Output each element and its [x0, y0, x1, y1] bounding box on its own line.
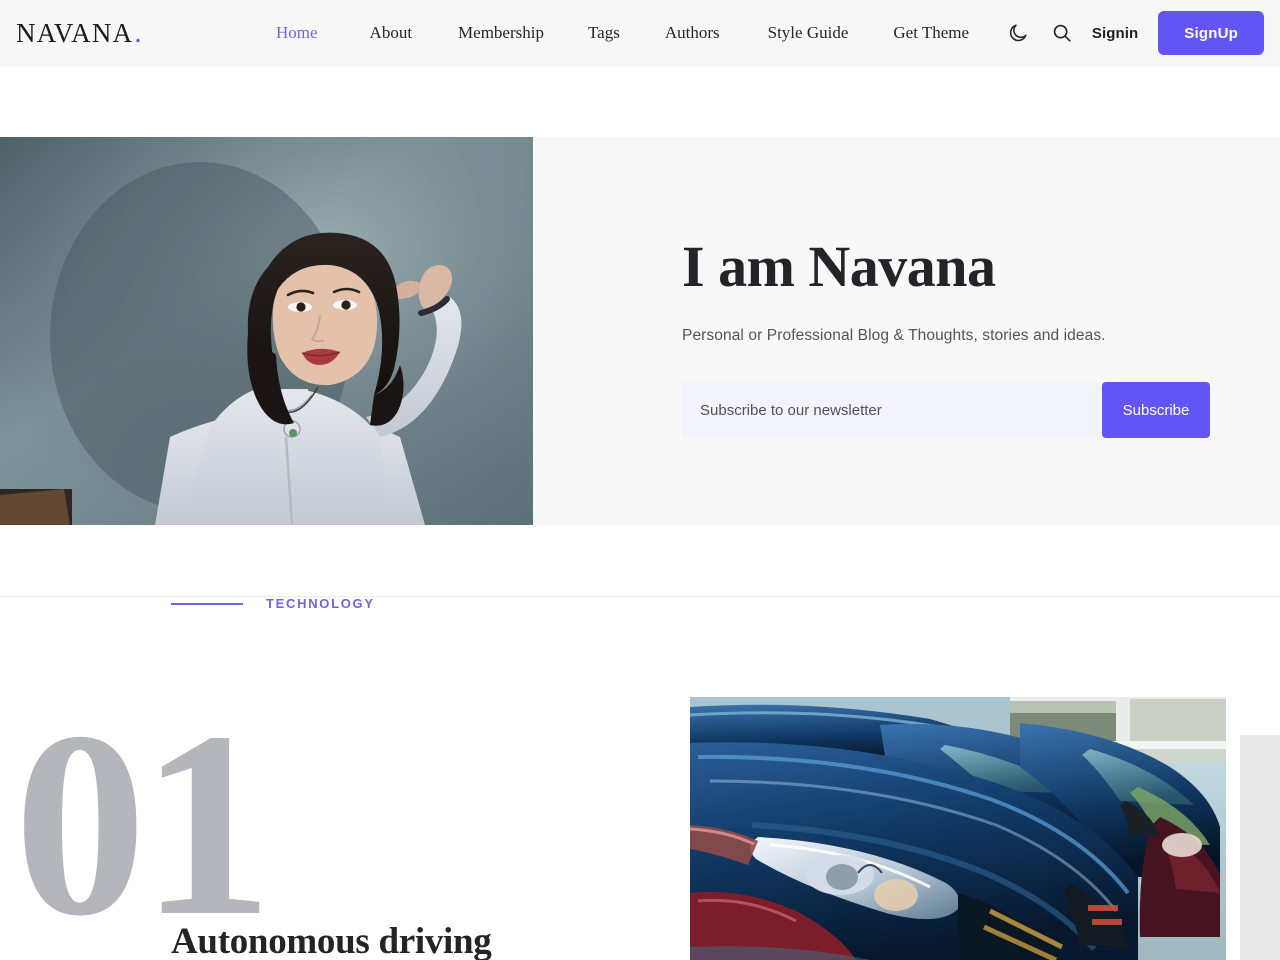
signin-link[interactable]: Signin	[1092, 25, 1138, 42]
header-actions: Signin SignUp	[1002, 11, 1264, 55]
moon-icon[interactable]	[1002, 17, 1034, 49]
site-logo[interactable]: NAVANA.	[16, 18, 143, 49]
kicker-line	[171, 602, 243, 605]
hero-subtitle: Personal or Professional Blog & Thoughts…	[682, 327, 1106, 344]
feature-category-label[interactable]: TECHNOLOGY	[266, 596, 375, 611]
hero-title: I am Navana	[682, 234, 996, 299]
signup-button[interactable]: SignUp	[1158, 11, 1264, 55]
nav-item-home[interactable]: Home	[276, 23, 318, 43]
feature-kicker: TECHNOLOGY	[171, 596, 375, 611]
feature-car-image[interactable]	[690, 697, 1226, 960]
main-navigation: Home About Membership Tags Authors Style…	[276, 23, 969, 43]
feature-number: 01	[14, 678, 273, 960]
nav-item-authors[interactable]: Authors	[665, 23, 720, 43]
subscribe-button[interactable]: Subscribe	[1102, 382, 1210, 438]
newsletter-email-input[interactable]	[682, 382, 1102, 438]
nav-item-style-guide[interactable]: Style Guide	[768, 23, 849, 43]
feature-title[interactable]: Autonomous driving	[171, 920, 492, 960]
page-root: NAVANA. Home About Membership Tags Autho…	[0, 0, 1280, 960]
hero-content: I am Navana Personal or Professional Blo…	[682, 137, 1242, 438]
nav-item-tags[interactable]: Tags	[588, 23, 620, 43]
nav-item-about[interactable]: About	[370, 23, 413, 43]
nav-item-get-theme[interactable]: Get Theme	[893, 23, 969, 43]
search-icon[interactable]	[1046, 17, 1078, 49]
feature-accent-panel	[1240, 735, 1280, 960]
nav-item-membership[interactable]: Membership	[458, 23, 544, 43]
feature-section: 01 TECHNOLOGY Autonomous driving	[0, 596, 1280, 960]
hero-section: I am Navana Personal or Professional Blo…	[0, 137, 1280, 525]
site-header: NAVANA. Home About Membership Tags Autho…	[0, 0, 1280, 66]
hero-portrait-image	[0, 137, 533, 525]
newsletter-form: Subscribe	[682, 382, 1210, 438]
logo-text: NAVANA	[16, 18, 134, 48]
